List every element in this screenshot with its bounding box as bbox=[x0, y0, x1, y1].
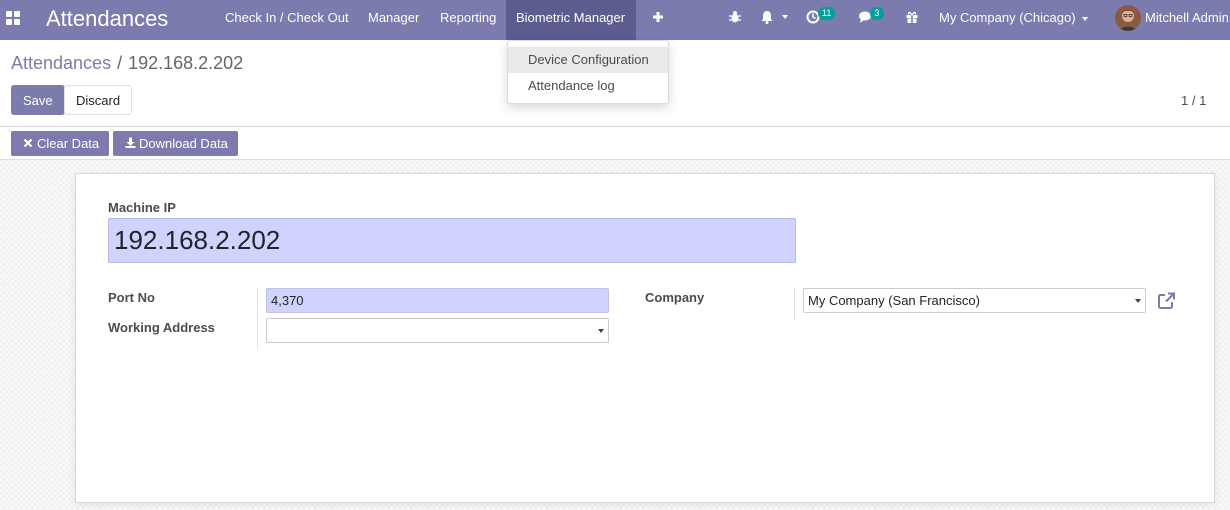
company-value: My Company (San Francisco) bbox=[808, 293, 980, 308]
gift-icon[interactable] bbox=[905, 10, 921, 26]
apps-grid-icon[interactable] bbox=[4, 9, 22, 27]
pager-counter[interactable]: 1 / 1 bbox=[1181, 93, 1206, 108]
biometric-manager-dropdown: Device Configuration Attendance log bbox=[507, 40, 669, 104]
machine-ip-input[interactable]: 192.168.2.202 bbox=[108, 218, 796, 263]
menu-manager[interactable]: Manager bbox=[358, 0, 429, 40]
clear-data-button[interactable]: Clear Data bbox=[11, 131, 110, 157]
activity-count-badge: 11 bbox=[818, 7, 836, 20]
save-button[interactable]: Save bbox=[11, 85, 65, 115]
close-icon bbox=[23, 132, 34, 157]
plus-icon[interactable] bbox=[651, 10, 667, 26]
external-link-icon[interactable] bbox=[1157, 292, 1177, 310]
company-switcher-label: My Company (Chicago) bbox=[939, 10, 1076, 25]
working-address-select[interactable] bbox=[266, 318, 609, 343]
top-navbar: Attendances Check In / Check Out Manager… bbox=[0, 0, 1230, 40]
breadcrumb: Attendances /192.168.2.202 bbox=[11, 53, 243, 74]
label-divider bbox=[794, 288, 795, 321]
bell-icon[interactable] bbox=[760, 10, 790, 26]
statusbar: Clear Data Download Data bbox=[0, 127, 1230, 160]
dropdown-item-attendance-log[interactable]: Attendance log bbox=[508, 73, 668, 99]
dropdown-item-device-configuration[interactable]: Device Configuration bbox=[508, 47, 668, 73]
menu-reporting[interactable]: Reporting bbox=[430, 0, 506, 40]
download-icon bbox=[125, 132, 136, 157]
breadcrumb-separator: / bbox=[117, 53, 123, 73]
company-switcher[interactable]: My Company (Chicago) bbox=[929, 0, 1098, 40]
breadcrumb-current: 192.168.2.202 bbox=[128, 53, 244, 73]
download-data-label: Download Data bbox=[139, 136, 228, 151]
label-divider bbox=[257, 288, 258, 349]
working-address-label: Working Address bbox=[108, 320, 215, 335]
app-title[interactable]: Attendances bbox=[46, 6, 168, 32]
bug-icon[interactable] bbox=[728, 10, 744, 26]
menu-check-in-check-out[interactable]: Check In / Check Out bbox=[215, 0, 359, 40]
company-select[interactable]: My Company (San Francisco) bbox=[803, 288, 1146, 313]
port-no-input[interactable]: 4,370 bbox=[266, 288, 609, 313]
discard-button[interactable]: Discard bbox=[64, 85, 133, 115]
company-label: Company bbox=[645, 290, 705, 305]
user-name[interactable]: Mitchell Admin bbox=[1135, 0, 1230, 40]
message-count-badge: 3 bbox=[870, 7, 884, 20]
chevron-down-icon bbox=[1081, 16, 1088, 21]
port-no-label: Port No bbox=[108, 290, 155, 305]
chevron-down-icon bbox=[1135, 299, 1141, 303]
download-data-button[interactable]: Download Data bbox=[113, 131, 238, 156]
menu-biometric-manager[interactable]: Biometric Manager bbox=[506, 0, 636, 40]
breadcrumb-parent-link[interactable]: Attendances bbox=[11, 53, 111, 73]
machine-ip-label: Machine IP bbox=[108, 200, 176, 215]
clear-data-label: Clear Data bbox=[37, 136, 100, 151]
chevron-down-icon bbox=[598, 329, 604, 333]
